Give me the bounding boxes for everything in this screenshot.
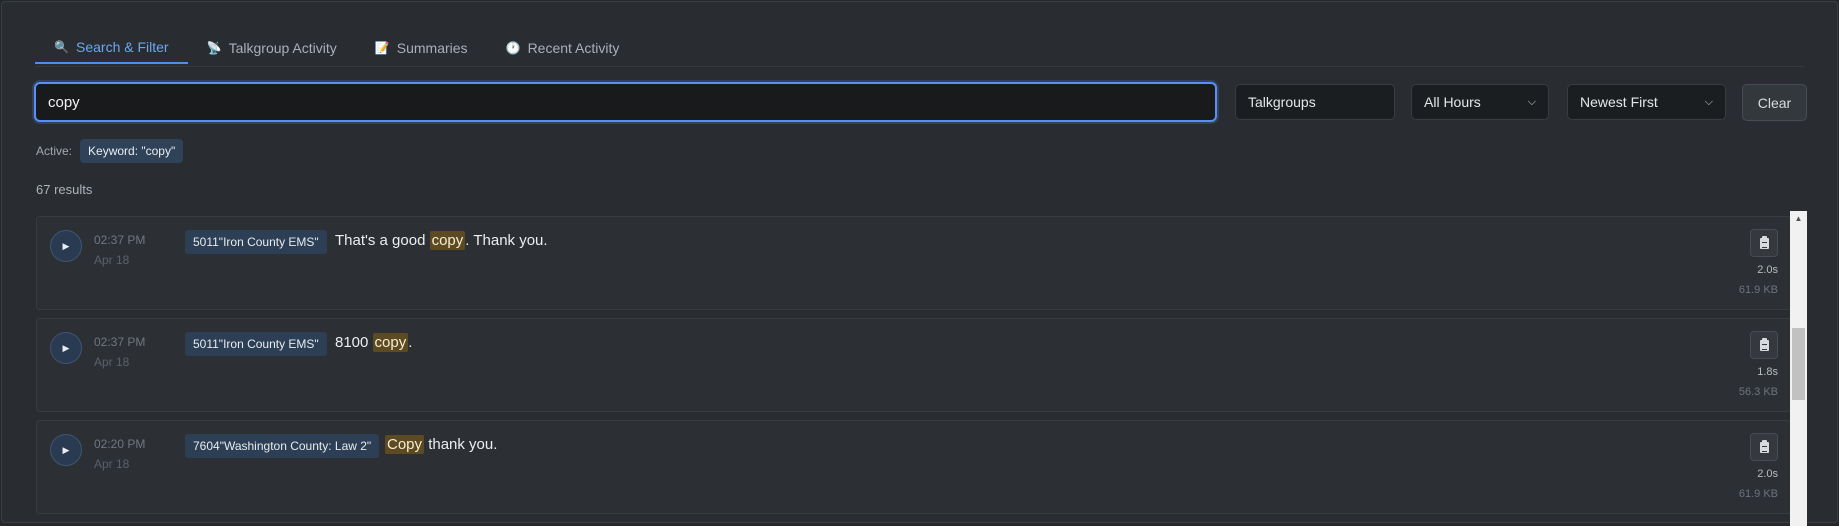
tab-label: Search & Filter — [76, 39, 169, 55]
play-button[interactable]: ▶ — [50, 434, 82, 466]
tab-label: Summaries — [397, 40, 468, 56]
memo-icon: 📝 — [375, 41, 389, 55]
play-button[interactable]: ▶ — [50, 230, 82, 262]
result-row[interactable]: ▶ 02:37 PM Apr 18 5011"Iron County EMS" … — [36, 216, 1791, 310]
play-icon: ▶ — [63, 445, 70, 456]
result-time: 02:37 PM — [94, 233, 145, 247]
results-scrollbar[interactable]: ▲ — [1790, 211, 1807, 526]
talkgroup-badge[interactable]: 5011"Iron County EMS" — [185, 332, 327, 356]
talkgroups-filter[interactable]: Talkgroups — [1235, 84, 1395, 120]
transcript-after: . — [408, 334, 412, 351]
chevron-down-icon: ⌵ — [1705, 96, 1713, 109]
tab-bar: 🔍 Search & Filter 📡 Talkgroup Activity 📝… — [35, 31, 1804, 67]
scroll-up-arrow-icon[interactable]: ▲ — [1790, 211, 1807, 225]
active-filters-label: Active: — [36, 144, 72, 158]
copy-button[interactable] — [1750, 331, 1778, 359]
result-size: 61.9 KB — [1739, 488, 1778, 500]
keyword-highlight: copy — [430, 231, 466, 250]
result-duration: 2.0s — [1757, 468, 1778, 480]
result-size: 56.3 KB — [1739, 386, 1778, 398]
transcript-after: . Thank you. — [465, 232, 547, 249]
search-input[interactable] — [34, 82, 1217, 122]
chevron-down-icon: ⌵ — [1528, 96, 1536, 109]
result-row[interactable]: ▶ 02:37 PM Apr 18 5011"Iron County EMS" … — [36, 318, 1791, 412]
transcript-text: That's a good copy. Thank you. — [335, 232, 548, 249]
results-list: ▶ 02:37 PM Apr 18 5011"Iron County EMS" … — [36, 216, 1791, 526]
keyword-highlight: Copy — [385, 435, 424, 454]
keyword-highlight: copy — [373, 333, 409, 352]
transcript-before: 8100 — [335, 334, 373, 351]
result-date: Apr 18 — [94, 253, 129, 267]
hours-select-value: All Hours — [1424, 94, 1481, 110]
play-icon: ▶ — [63, 241, 70, 252]
result-duration: 2.0s — [1757, 264, 1778, 276]
talkgroup-badge[interactable]: 7604"Washington County: Law 2" — [185, 434, 379, 458]
scroll-thumb[interactable] — [1792, 328, 1805, 400]
tab-search-filter[interactable]: 🔍 Search & Filter — [35, 31, 188, 64]
result-date: Apr 18 — [94, 355, 129, 369]
clipboard-icon — [1760, 238, 1769, 249]
tab-label: Talkgroup Activity — [229, 40, 337, 56]
sort-select-value: Newest First — [1580, 94, 1658, 110]
hours-select[interactable]: All Hours ⌵ — [1411, 84, 1549, 120]
result-date: Apr 18 — [94, 457, 129, 471]
satellite-icon: 📡 — [207, 41, 221, 55]
result-time: 02:37 PM — [94, 335, 145, 349]
tab-talkgroup-activity[interactable]: 📡 Talkgroup Activity — [188, 31, 356, 64]
transcript-text: Copy thank you. — [385, 436, 497, 453]
talkgroups-filter-label: Talkgroups — [1248, 94, 1316, 110]
clipboard-icon — [1760, 340, 1769, 351]
active-filters: Active: Keyword: "copy" — [36, 139, 183, 163]
clear-button[interactable]: Clear — [1742, 84, 1807, 121]
copy-button[interactable] — [1750, 229, 1778, 257]
clipboard-icon — [1760, 442, 1769, 453]
transcript-before: That's a good — [335, 232, 430, 249]
tab-summaries[interactable]: 📝 Summaries — [356, 31, 487, 64]
transcript-after: thank you. — [424, 436, 497, 453]
play-button[interactable]: ▶ — [50, 332, 82, 364]
clock-icon: 🕐 — [506, 41, 520, 55]
main-panel: 🔍 Search & Filter 📡 Talkgroup Activity 📝… — [1, 1, 1838, 523]
tab-label: Recent Activity — [528, 40, 620, 56]
talkgroup-badge[interactable]: 5011"Iron County EMS" — [185, 230, 327, 254]
result-size: 61.9 KB — [1739, 284, 1778, 296]
tab-recent-activity[interactable]: 🕐 Recent Activity — [487, 31, 639, 64]
results-count: 67 results — [36, 182, 92, 197]
keyword-filter-chip[interactable]: Keyword: "copy" — [80, 139, 183, 163]
sort-select[interactable]: Newest First ⌵ — [1567, 84, 1726, 120]
play-icon: ▶ — [63, 343, 70, 354]
result-time: 02:20 PM — [94, 437, 145, 451]
copy-button[interactable] — [1750, 433, 1778, 461]
result-row[interactable]: ▶ 02:20 PM Apr 18 7604"Washington County… — [36, 420, 1791, 514]
result-duration: 1.8s — [1757, 366, 1778, 378]
transcript-text: 8100 copy. — [335, 334, 412, 351]
search-icon: 🔍 — [54, 40, 68, 54]
